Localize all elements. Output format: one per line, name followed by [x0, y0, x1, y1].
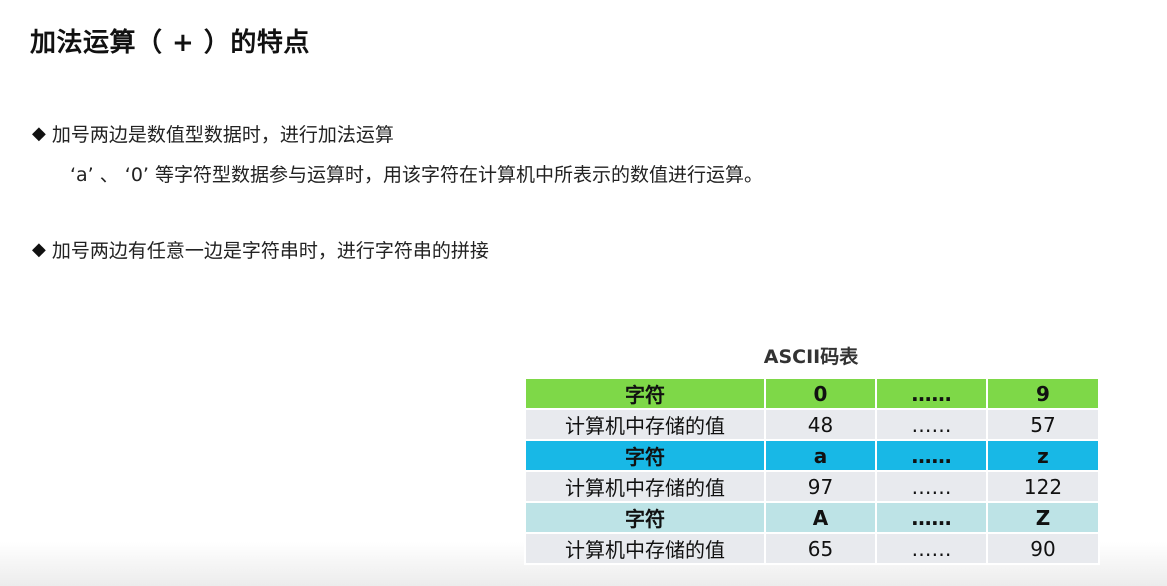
bullet-item-2: ◆ 加号两边有任意一边是字符串时，进行字符串的拼接 [32, 236, 489, 263]
table-cell: …… [875, 532, 988, 565]
table-row-value-lowercase: 计算机中存储的值 97 …… 122 [524, 470, 1100, 503]
table-cell: …… [875, 439, 988, 472]
table-cell: 48 [764, 408, 877, 441]
table-cell: …… [875, 408, 988, 441]
table-cell: 65 [764, 532, 877, 565]
table-cell: 57 [986, 408, 1100, 441]
table-cell: 字符 [524, 377, 766, 410]
bullet-text-2: 加号两边有任意一边是字符串时，进行字符串的拼接 [51, 240, 489, 262]
table-row-value-digits: 计算机中存储的值 48 …… 57 [524, 408, 1100, 441]
table-cell: 计算机中存储的值 [524, 470, 766, 503]
table-cell: z [986, 439, 1100, 472]
table-row-char-uppercase: 字符 A …… Z [524, 501, 1100, 534]
table-cell: 计算机中存储的值 [524, 408, 766, 441]
page-title: 加法运算（ + ）的特点 [30, 28, 310, 58]
table-cell: …… [875, 501, 988, 534]
table-cell: a [764, 439, 877, 472]
table-row-char-digits: 字符 0 …… 9 [524, 377, 1100, 410]
table-cell: 9 [986, 377, 1100, 410]
table-cell: 字符 [524, 439, 766, 472]
table-cell: …… [875, 377, 988, 410]
table-row-char-lowercase: 字符 a …… z [524, 439, 1100, 472]
bullet-text-1: 加号两边是数值型数据时，进行加法运算 [51, 124, 394, 146]
table-cell: Z [986, 501, 1100, 534]
ascii-table-title: ASCII码表 [763, 346, 859, 368]
bullet-subline-1: ‘a’ 、 ‘0’ 等字符型数据参与运算时，用该字符在计算机中所表示的数值进行运… [70, 164, 764, 186]
table-row-value-uppercase: 计算机中存储的值 65 …… 90 [524, 532, 1100, 565]
diamond-icon: ◆ [32, 123, 46, 144]
bullet-item-1: ◆ 加号两边是数值型数据时，进行加法运算 [32, 120, 394, 147]
table-cell: A [764, 501, 877, 534]
table-cell: 97 [764, 470, 877, 503]
diamond-icon: ◆ [32, 239, 46, 260]
ascii-table: 字符 0 …… 9 计算机中存储的值 48 …… 57 字符 a …… z 计算… [524, 377, 1100, 565]
table-cell: 字符 [524, 501, 766, 534]
table-cell: 计算机中存储的值 [524, 532, 766, 565]
table-cell: …… [875, 470, 988, 503]
table-cell: 90 [986, 532, 1100, 565]
table-cell: 122 [986, 470, 1100, 503]
table-cell: 0 [764, 377, 877, 410]
